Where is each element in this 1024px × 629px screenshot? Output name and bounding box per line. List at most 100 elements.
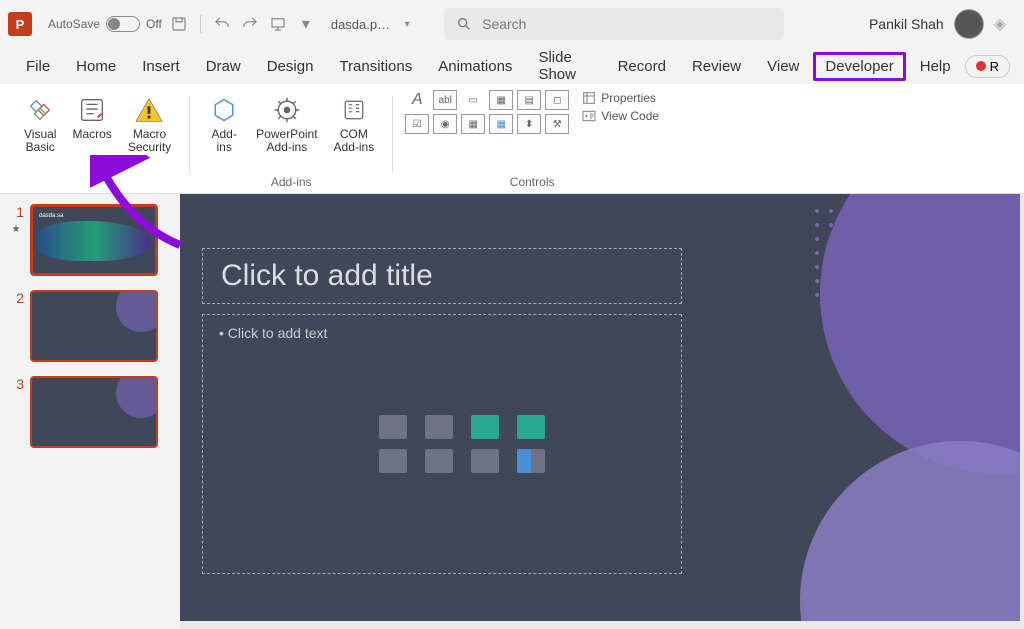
powerpoint-addins-icon xyxy=(271,94,303,126)
macros-button[interactable]: Macros xyxy=(66,90,117,158)
properties-button[interactable]: Properties xyxy=(581,90,659,106)
ribbon-group-code: Visual Basic Macros Macro Security Code xyxy=(10,90,185,193)
thumbnail-number: 1 xyxy=(8,204,24,220)
control-spin-icon[interactable]: ▦ xyxy=(489,114,513,134)
tab-review[interactable]: Review xyxy=(680,52,753,81)
thumbnail-row[interactable]: 1 ★ dasda.sa xyxy=(8,204,172,276)
user-area[interactable]: Pankil Shah ◈ xyxy=(869,9,1016,39)
tab-view[interactable]: View xyxy=(755,52,811,81)
control-option-icon[interactable]: ◉ xyxy=(433,114,457,134)
insert-3d-icon[interactable] xyxy=(379,449,407,473)
macros-icon xyxy=(76,94,108,126)
tab-help[interactable]: Help xyxy=(908,52,963,81)
decoration xyxy=(37,221,151,261)
search-placeholder: Search xyxy=(482,16,526,32)
autosave-state: Off xyxy=(146,17,162,31)
control-scrollbar-icon[interactable]: ⬍ xyxy=(517,114,541,134)
title-bar: P AutoSave Off ▾ dasda.p… ▾ Search Panki… xyxy=(0,0,1024,48)
controls-side: Properties View Code xyxy=(581,90,659,124)
tab-design[interactable]: Design xyxy=(255,52,326,81)
addins-icon xyxy=(208,94,240,126)
tab-slideshow[interactable]: Slide Show xyxy=(526,43,603,89)
app-icon: P xyxy=(8,12,32,36)
decoration xyxy=(116,376,158,418)
separator xyxy=(200,15,201,33)
insert-video-icon[interactable] xyxy=(425,449,453,473)
view-code-button[interactable]: View Code xyxy=(581,108,659,124)
title-placeholder[interactable]: Click to add title xyxy=(202,248,682,304)
powerpoint-addins-label: PowerPoint Add-ins xyxy=(256,128,317,154)
control-textbox-icon[interactable]: abl xyxy=(433,90,457,110)
thumbnail-slide-2[interactable] xyxy=(30,290,158,362)
controls-grid: A abl ▭ ▦ ▤ ◻ ☑ ◉ ▦ ▦ ⬍ ⚒ xyxy=(405,90,569,134)
toggle-track[interactable] xyxy=(106,16,140,32)
control-checkbox-icon[interactable]: ☑ xyxy=(405,114,429,134)
autosave-label: AutoSave xyxy=(48,17,100,31)
separator xyxy=(189,96,190,173)
ribbon-group-controls: A abl ▭ ▦ ▤ ◻ ☑ ◉ ▦ ▦ ⬍ ⚒ xyxy=(397,90,667,193)
control-button-icon[interactable]: ◻ xyxy=(545,90,569,110)
tab-home[interactable]: Home xyxy=(64,52,128,81)
redo-icon[interactable] xyxy=(239,13,261,35)
tab-record[interactable]: Record xyxy=(606,52,678,81)
thumbnail-row[interactable]: 2 xyxy=(8,290,172,362)
thumbnail-title: dasda.sa xyxy=(39,213,63,219)
control-more-icon[interactable]: ⚒ xyxy=(545,114,569,134)
thumbnail-slide-1[interactable]: dasda.sa xyxy=(30,204,158,276)
thumbnail-slide-3[interactable] xyxy=(30,376,158,448)
insert-picture-icon[interactable] xyxy=(425,415,453,439)
slide-area[interactable]: Click to add title • Click to add text xyxy=(180,194,1024,629)
properties-icon xyxy=(581,90,597,106)
powerpoint-addins-button[interactable]: PowerPoint Add-ins xyxy=(250,90,323,158)
com-addins-label: COM Add-ins xyxy=(334,128,375,154)
com-addins-button[interactable]: COM Add-ins xyxy=(328,90,381,158)
tab-transitions[interactable]: Transitions xyxy=(327,52,424,81)
ribbon: Visual Basic Macros Macro Security Code xyxy=(0,84,1024,194)
avatar[interactable] xyxy=(954,9,984,39)
tab-developer[interactable]: Developer xyxy=(813,52,905,81)
search-input[interactable]: Search xyxy=(444,8,784,40)
record-label: R xyxy=(990,59,999,74)
tab-file[interactable]: File xyxy=(14,52,62,81)
control-listbox-icon[interactable]: ▤ xyxy=(517,90,541,110)
ribbon-group-addins: Add- ins PowerPoint Add-ins COM Add-ins … xyxy=(194,90,388,193)
view-code-icon xyxy=(581,108,597,124)
insert-smartart-icon[interactable] xyxy=(517,415,545,439)
separator xyxy=(392,96,393,173)
undo-icon[interactable] xyxy=(211,13,233,35)
thumbnail-row[interactable]: 3 xyxy=(8,376,172,448)
view-code-label: View Code xyxy=(601,109,659,123)
title-text: Click to add title xyxy=(221,259,433,293)
control-toggle-icon[interactable]: ▦ xyxy=(461,114,485,134)
slide-canvas[interactable]: Click to add title • Click to add text xyxy=(180,194,1020,621)
insert-chart-icon[interactable] xyxy=(517,449,545,473)
qat-dropdown-icon[interactable]: ▾ xyxy=(295,13,317,35)
insert-table-icon[interactable] xyxy=(471,449,499,473)
insert-icon-icon[interactable] xyxy=(471,415,499,439)
tab-draw[interactable]: Draw xyxy=(194,52,253,81)
autosave-toggle[interactable]: AutoSave Off xyxy=(48,16,162,32)
visual-basic-button[interactable]: Visual Basic xyxy=(18,90,62,158)
content-text: • Click to add text xyxy=(219,325,665,341)
macro-security-button[interactable]: Macro Security xyxy=(122,90,177,158)
ribbon-tabs: File Home Insert Draw Design Transitions… xyxy=(0,48,1024,84)
diamond-icon[interactable]: ◈ xyxy=(994,14,1006,34)
record-button[interactable]: R xyxy=(965,55,1010,78)
control-combobox-icon[interactable]: ▦ xyxy=(489,90,513,110)
control-label-icon[interactable]: A xyxy=(405,90,429,110)
search-icon xyxy=(456,16,472,32)
toggle-knob xyxy=(108,18,120,30)
tab-animations[interactable]: Animations xyxy=(426,52,524,81)
filename-dropdown-icon[interactable]: ▾ xyxy=(396,13,418,35)
filename-label[interactable]: dasda.p… xyxy=(331,17,390,32)
content-placeholder[interactable]: • Click to add text xyxy=(202,314,682,574)
thumbnail-panel[interactable]: 1 ★ dasda.sa 2 3 xyxy=(0,194,180,629)
present-icon[interactable] xyxy=(267,13,289,35)
workspace: 1 ★ dasda.sa 2 3 Click to add title xyxy=(0,194,1024,629)
save-icon[interactable] xyxy=(168,13,190,35)
tab-insert[interactable]: Insert xyxy=(130,52,192,81)
visual-basic-label: Visual Basic xyxy=(24,128,56,154)
control-groupbox-icon[interactable]: ▭ xyxy=(461,90,485,110)
insert-stock-image-icon[interactable] xyxy=(379,415,407,439)
addins-button[interactable]: Add- ins xyxy=(202,90,246,158)
